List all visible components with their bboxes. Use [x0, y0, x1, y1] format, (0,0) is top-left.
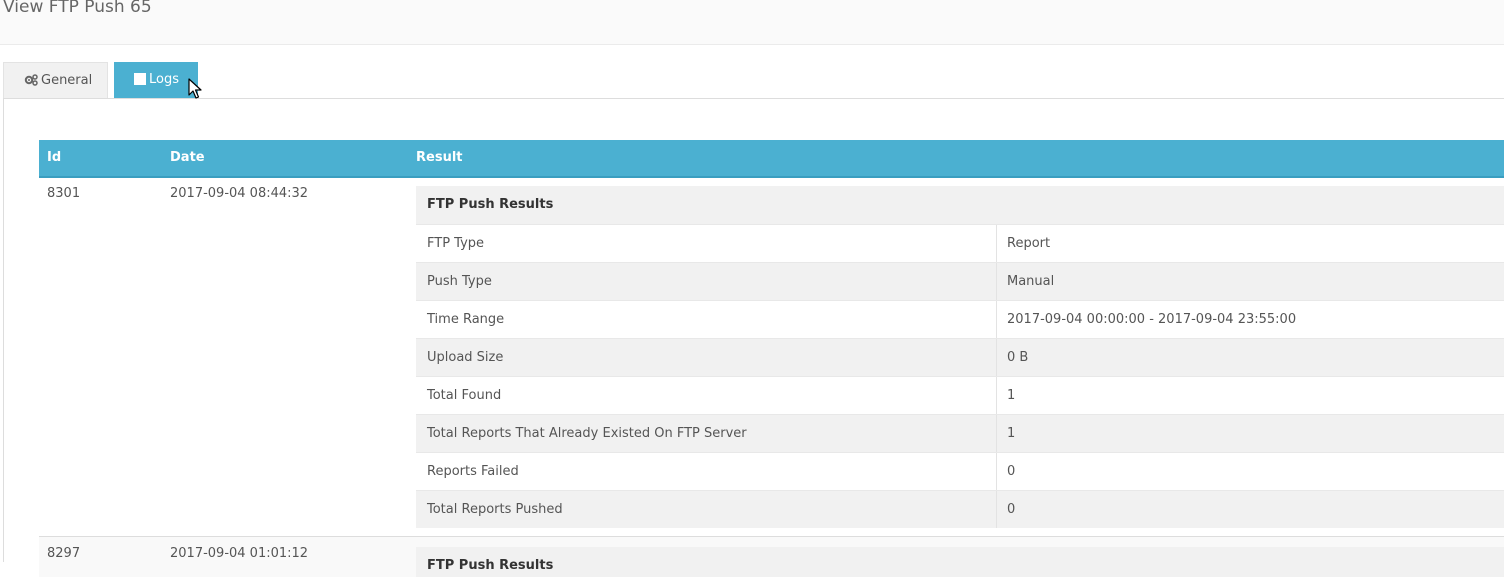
cell-divider: [996, 225, 997, 262]
result-key: Total Reports Pushed: [427, 502, 563, 517]
result-value: 0: [1007, 464, 1016, 479]
result-title: FTP Push Results: [416, 186, 1504, 224]
result-key: Time Range: [427, 312, 505, 327]
column-header-date[interactable]: Date: [170, 140, 205, 176]
result-value: 0 B: [1007, 350, 1029, 365]
log-id: 8301: [47, 186, 81, 201]
cell-divider: [996, 377, 997, 414]
result-key: Reports Failed: [427, 464, 519, 479]
result-value: 0: [1007, 502, 1016, 517]
result-row: Time Range 2017-09-04 00:00:00 - 2017-09…: [416, 300, 1504, 338]
cell-divider: [996, 301, 997, 338]
result-value: 1: [1007, 426, 1016, 441]
log-date: 2017-09-04 01:01:12: [170, 546, 309, 561]
cell-divider: [996, 415, 997, 452]
result-value: Report: [1007, 236, 1051, 251]
result-row: Total Reports That Already Existed On FT…: [416, 414, 1504, 452]
result-value: 1: [1007, 388, 1016, 403]
mouse-cursor-icon: [188, 78, 202, 104]
result-row: Reports Failed 0: [416, 452, 1504, 490]
column-header-result[interactable]: Result: [416, 140, 463, 176]
result-details-table: FTP Push Results: [416, 547, 1504, 577]
cell-divider: [996, 339, 997, 376]
result-row: Upload Size 0 B: [416, 338, 1504, 376]
result-details-table: FTP Push Results FTP Type Report Push Ty…: [416, 186, 1504, 528]
cell-divider: [996, 453, 997, 490]
result-key: Upload Size: [427, 350, 504, 365]
result-value: 2017-09-04 00:00:00 - 2017-09-04 23:55:0…: [1007, 312, 1297, 327]
table-row: 8297 2017-09-04 01:01:12 FTP Push Result…: [39, 536, 1504, 577]
tab-general[interactable]: General: [3, 62, 108, 98]
cell-divider: [996, 263, 997, 300]
result-key: Push Type: [427, 274, 492, 289]
result-row: FTP Type Report: [416, 224, 1504, 262]
result-row: Total Found 1: [416, 376, 1504, 414]
result-row: Push Type Manual: [416, 262, 1504, 300]
tab-bar: General Logs: [3, 62, 1504, 99]
result-row: Total Reports Pushed 0: [416, 490, 1504, 528]
result-key: Total Found: [427, 388, 502, 403]
result-key: FTP Type: [427, 236, 485, 251]
tab-logs[interactable]: Logs: [114, 62, 198, 98]
column-header-id[interactable]: Id: [47, 140, 61, 176]
logs-table-header: Id Date Result: [39, 140, 1504, 178]
result-title: FTP Push Results: [427, 558, 554, 573]
log-id: 8297: [47, 546, 81, 561]
tab-logs-label: Logs: [149, 72, 179, 87]
table-row: 8301 2017-09-04 08:44:32 FTP Push Result…: [39, 178, 1504, 536]
table-icon: [134, 73, 146, 85]
cell-divider: [996, 491, 997, 528]
gears-icon: [24, 74, 38, 86]
tab-general-label: General: [41, 73, 93, 88]
result-key: Total Reports That Already Existed On FT…: [427, 426, 747, 441]
logs-table: Id Date Result 8301 2017-09-04 08:44:32 …: [39, 140, 1504, 577]
result-value: Manual: [1007, 274, 1055, 289]
log-date: 2017-09-04 08:44:32: [170, 186, 309, 201]
page-title: View FTP Push 65: [3, 0, 152, 17]
page-header: View FTP Push 65: [0, 0, 1504, 45]
